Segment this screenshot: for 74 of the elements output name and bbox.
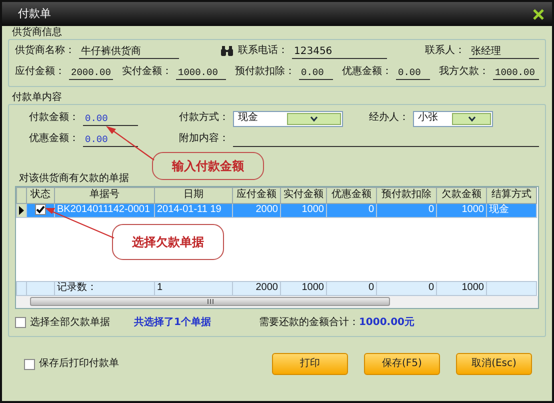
dialog-button[interactable]: 打印 (272, 353, 348, 375)
grid-title: 对该供货商有欠款的单据 (18, 172, 129, 185)
checkbox[interactable] (24, 358, 35, 370)
field-label: 实付金额： (122, 66, 172, 79)
field-label: 优惠金额： (29, 133, 79, 146)
close-icon[interactable] (533, 8, 544, 20)
summary-cell: 2000 (232, 281, 280, 295)
summary-cell: 1 (154, 281, 232, 295)
table-cell: BK2014011142-0001 (54, 203, 154, 217)
summary-cell: 0 (376, 281, 436, 295)
total-label: 需要还款的金额合计： (258, 316, 359, 329)
field-value: 0.00 (299, 66, 333, 80)
column-header[interactable]: 实付金额 (280, 187, 326, 203)
table-cell: 2014-01-11 19 (154, 203, 232, 217)
callout-label: 输入付款金额 (152, 152, 264, 180)
table-cell: 0 (376, 203, 436, 217)
field-label: 经办人： (369, 112, 409, 125)
column-header[interactable]: 日期 (154, 187, 232, 203)
column-header[interactable]: 状态 (26, 187, 54, 203)
field-label: 我方欠款： (439, 66, 489, 79)
table-cell: 现金 (486, 203, 536, 217)
chevron-icon[interactable] (287, 112, 341, 124)
chevron-icon[interactable] (452, 112, 491, 124)
summary-label: 记录数： (54, 281, 154, 295)
field-label: 付款方式： (179, 112, 229, 125)
dialog-button[interactable]: 取消(Esc) (456, 353, 532, 375)
horizontal-scrollbar[interactable] (16, 296, 538, 308)
field-value: 2000.00 (69, 66, 113, 80)
group-label: 付款单内容 (11, 91, 63, 104)
selected-count: 共选择了1个单据 (134, 316, 211, 329)
column-header[interactable]: 优惠金额 (326, 187, 376, 203)
dialog-button[interactable]: 保存(F5) (364, 353, 440, 375)
grip-icon (206, 299, 214, 304)
field-value: 0.00 (396, 66, 430, 80)
callout-label: 选择欠款单据 (112, 224, 224, 260)
field-value: 123456 (292, 44, 387, 58)
input-field[interactable]: 0.00 (83, 132, 138, 146)
arrow (106, 126, 154, 160)
checkbox-label[interactable]: 选择全部欠款单据 (30, 316, 110, 329)
window-title: 付款单 (18, 7, 51, 21)
field-value: 牛仔裤供货商 (79, 44, 179, 58)
dropdown[interactable]: 现金 (233, 110, 343, 126)
group-label: 供货商信息 (11, 26, 63, 39)
input-field[interactable]: 0.00 (83, 112, 138, 126)
field-label: 付款金额： (29, 112, 79, 125)
binoculars-icon[interactable] (220, 46, 234, 57)
summary-cell: 1000 (280, 281, 326, 295)
field-value: 1000.00 (176, 66, 226, 80)
field-label: 联系电话： (238, 45, 288, 58)
summary-cell: 0 (326, 281, 376, 295)
field-label: 供货商名称： (15, 45, 75, 58)
column-header[interactable]: 欠款金额 (436, 187, 486, 203)
field-value: 张经理 (469, 44, 539, 58)
field-label: 附加内容： (179, 133, 229, 146)
table-cell: 0 (326, 203, 376, 217)
summary-cell: 1000 (436, 281, 486, 295)
total-value: 1000.00元 (358, 316, 415, 329)
field-label: 联系人： (425, 45, 465, 58)
column-header[interactable]: 预付款扣除 (376, 187, 436, 203)
table-cell: 1000 (436, 203, 486, 217)
row-checkbox[interactable] (35, 204, 46, 215)
table-cell: 1000 (280, 203, 326, 217)
field-label: 优惠金额： (342, 66, 392, 79)
field-label: 预付款扣除： (235, 66, 295, 79)
field-value: 1000.00 (493, 66, 539, 80)
column-header[interactable]: 结算方式 (486, 187, 536, 203)
column-header[interactable]: 应付金额 (232, 187, 280, 203)
checkbox-label[interactable]: 保存后打印付款单 (39, 358, 119, 370)
column-header[interactable]: 单据号 (54, 187, 154, 203)
checkbox[interactable] (15, 317, 26, 328)
table-cell: 2000 (232, 203, 280, 217)
field-label: 应付金额： (15, 66, 65, 79)
scrollbar-thumb[interactable] (30, 297, 390, 306)
dropdown[interactable]: 小张 (413, 110, 493, 126)
